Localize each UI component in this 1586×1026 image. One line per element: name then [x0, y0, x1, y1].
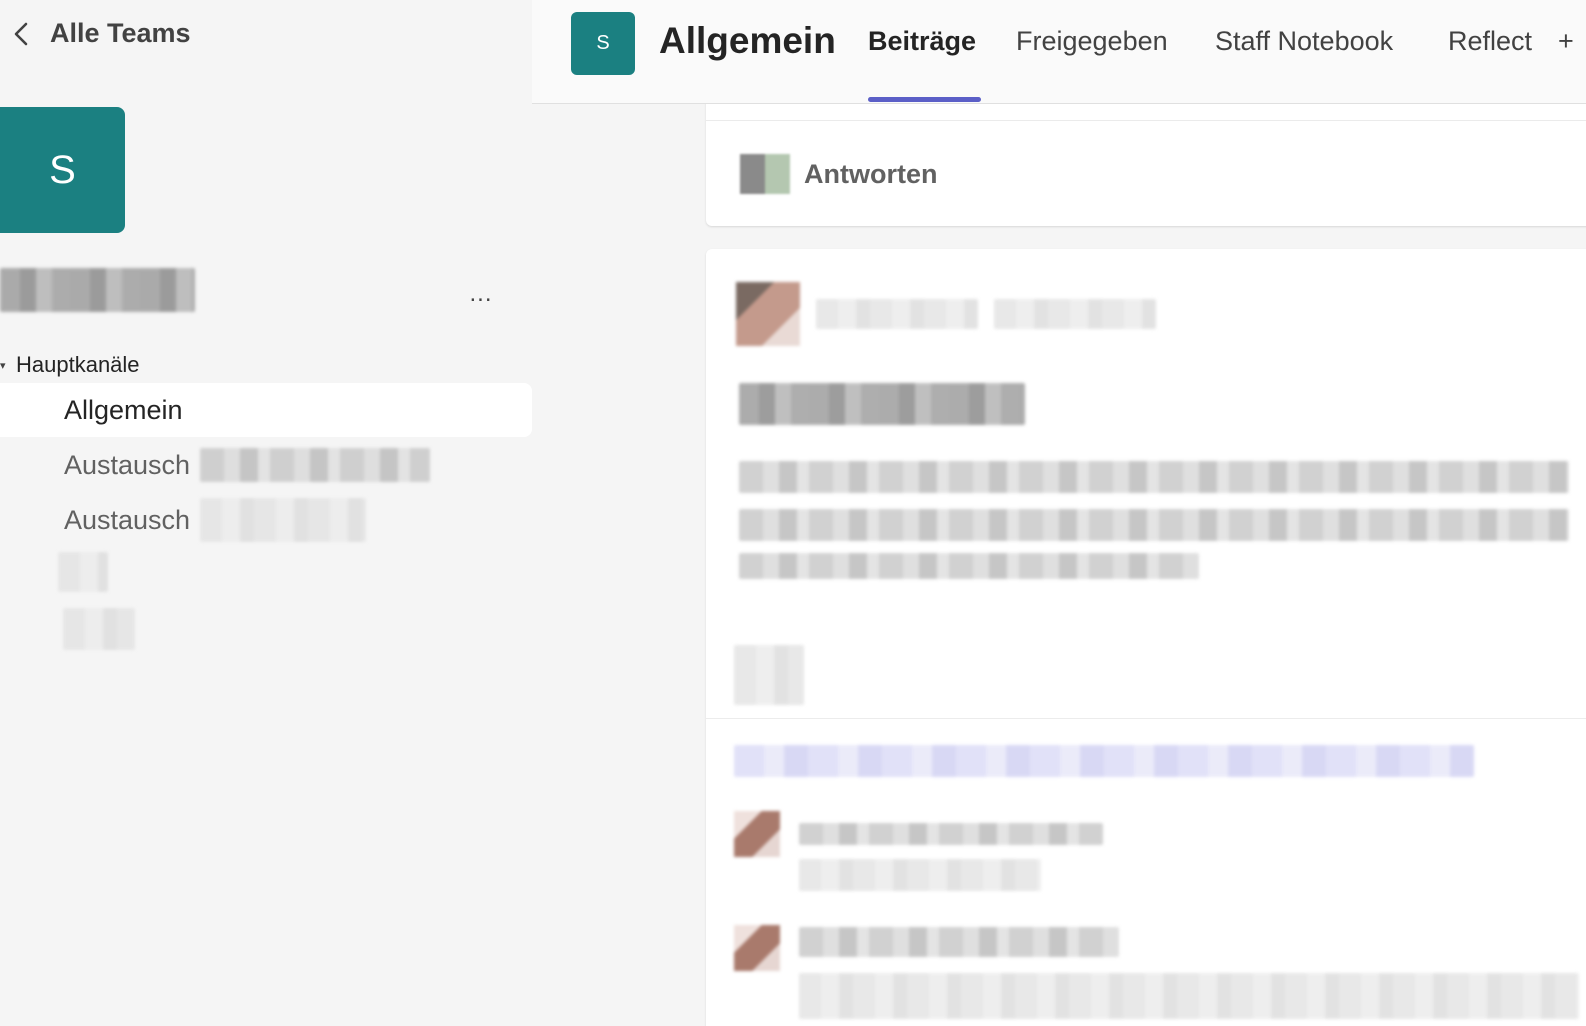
channel-label: Austausch — [64, 449, 191, 480]
section-label: Hauptkanäle — [16, 352, 140, 377]
channel-sidebar: Alle Teams S ... ▾ Hauptkanäle Allgemein… — [0, 0, 532, 1026]
back-label: Alle Teams — [50, 18, 191, 48]
channel-item-allgemein[interactable]: Allgemein — [0, 383, 532, 437]
reply-button[interactable]: Antworten — [740, 154, 937, 194]
reply-author-redacted — [799, 927, 1119, 957]
channel-label: Austausch — [64, 504, 191, 535]
post-body-redacted — [739, 461, 1569, 493]
channel-name-redacted — [200, 498, 367, 542]
avatar — [734, 811, 780, 857]
reply-text-redacted — [799, 859, 1041, 891]
channel-label: Allgemein — [64, 394, 183, 425]
section-header-main-channels[interactable]: ▾ Hauptkanäle — [0, 352, 140, 378]
post-card — [706, 249, 1586, 1026]
divider — [706, 120, 1586, 121]
channel-item-austausch-1[interactable]: Austausch — [0, 438, 532, 492]
chevron-left-icon — [14, 22, 28, 45]
divider — [706, 718, 1586, 719]
post-body-redacted — [739, 553, 1199, 579]
conversation-feed[interactable]: Antworten — [532, 104, 1586, 1026]
reaction-redacted[interactable] — [734, 645, 804, 705]
timestamp-redacted — [994, 299, 1156, 329]
post-card: Antworten — [706, 104, 1586, 226]
tab-beitraege[interactable]: Beiträge — [868, 26, 976, 57]
channel-title: Allgemein — [659, 20, 836, 61]
team-avatar-small: S — [571, 12, 635, 75]
reply-author-redacted — [799, 823, 1103, 845]
reply-label: Antworten — [804, 158, 938, 189]
caret-down-icon: ▾ — [0, 359, 6, 372]
author-name-redacted — [816, 299, 978, 329]
reply-text-redacted — [799, 973, 1579, 1019]
channel-item-austausch-2[interactable]: Austausch — [0, 493, 532, 547]
back-to-all-teams-button[interactable]: Alle Teams — [10, 18, 191, 49]
team-name-redacted — [0, 268, 195, 312]
avatar — [740, 154, 790, 194]
post-subject-redacted — [739, 383, 1025, 425]
show-replies-link-redacted[interactable] — [734, 745, 1474, 777]
tab-staff-notebook[interactable]: Staff Notebook — [1215, 26, 1393, 57]
channel-name-redacted — [200, 448, 431, 482]
team-more-options-button[interactable]: ... — [462, 280, 500, 310]
channel-item-redacted[interactable] — [58, 552, 108, 592]
active-tab-indicator — [868, 97, 981, 102]
channel-header: S Allgemein Beiträge Freigegeben Staff N… — [532, 0, 1586, 104]
avatar — [736, 282, 800, 346]
channel-item-redacted[interactable] — [63, 608, 135, 650]
tab-reflect[interactable]: Reflect — [1448, 26, 1532, 57]
post-body-redacted — [739, 509, 1569, 541]
add-tab-button[interactable]: + — [1558, 26, 1574, 57]
team-avatar: S — [0, 107, 125, 233]
avatar — [734, 925, 780, 971]
tab-freigegeben[interactable]: Freigegeben — [1016, 26, 1168, 57]
